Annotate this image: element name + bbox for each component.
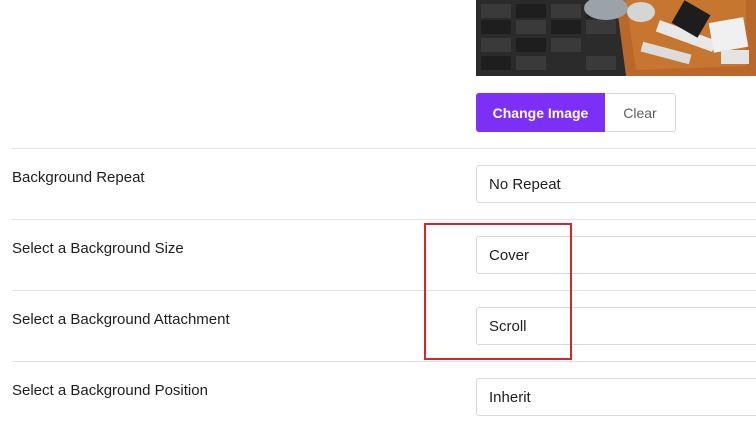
background-size-select[interactable]: Cover	[476, 236, 756, 274]
background-attachment-select[interactable]: Scroll	[476, 307, 756, 345]
divider	[12, 148, 756, 149]
image-actions: Change Image Clear	[476, 93, 676, 132]
background-repeat-label: Background Repeat	[12, 169, 145, 186]
background-image-preview	[476, 0, 756, 76]
clear-image-button[interactable]: Clear	[605, 93, 676, 132]
divider	[12, 361, 756, 362]
divider	[12, 219, 756, 220]
background-size-label: Select a Background Size	[12, 240, 184, 257]
background-settings-panel: Change Image Clear Background Repeat No …	[0, 0, 756, 429]
background-position-select[interactable]: Inherit	[476, 378, 756, 416]
background-repeat-select[interactable]: No Repeat	[476, 165, 756, 203]
divider	[12, 290, 756, 291]
background-position-label: Select a Background Position	[12, 382, 208, 399]
background-attachment-label: Select a Background Attachment	[12, 311, 230, 328]
change-image-button[interactable]: Change Image	[476, 93, 605, 132]
